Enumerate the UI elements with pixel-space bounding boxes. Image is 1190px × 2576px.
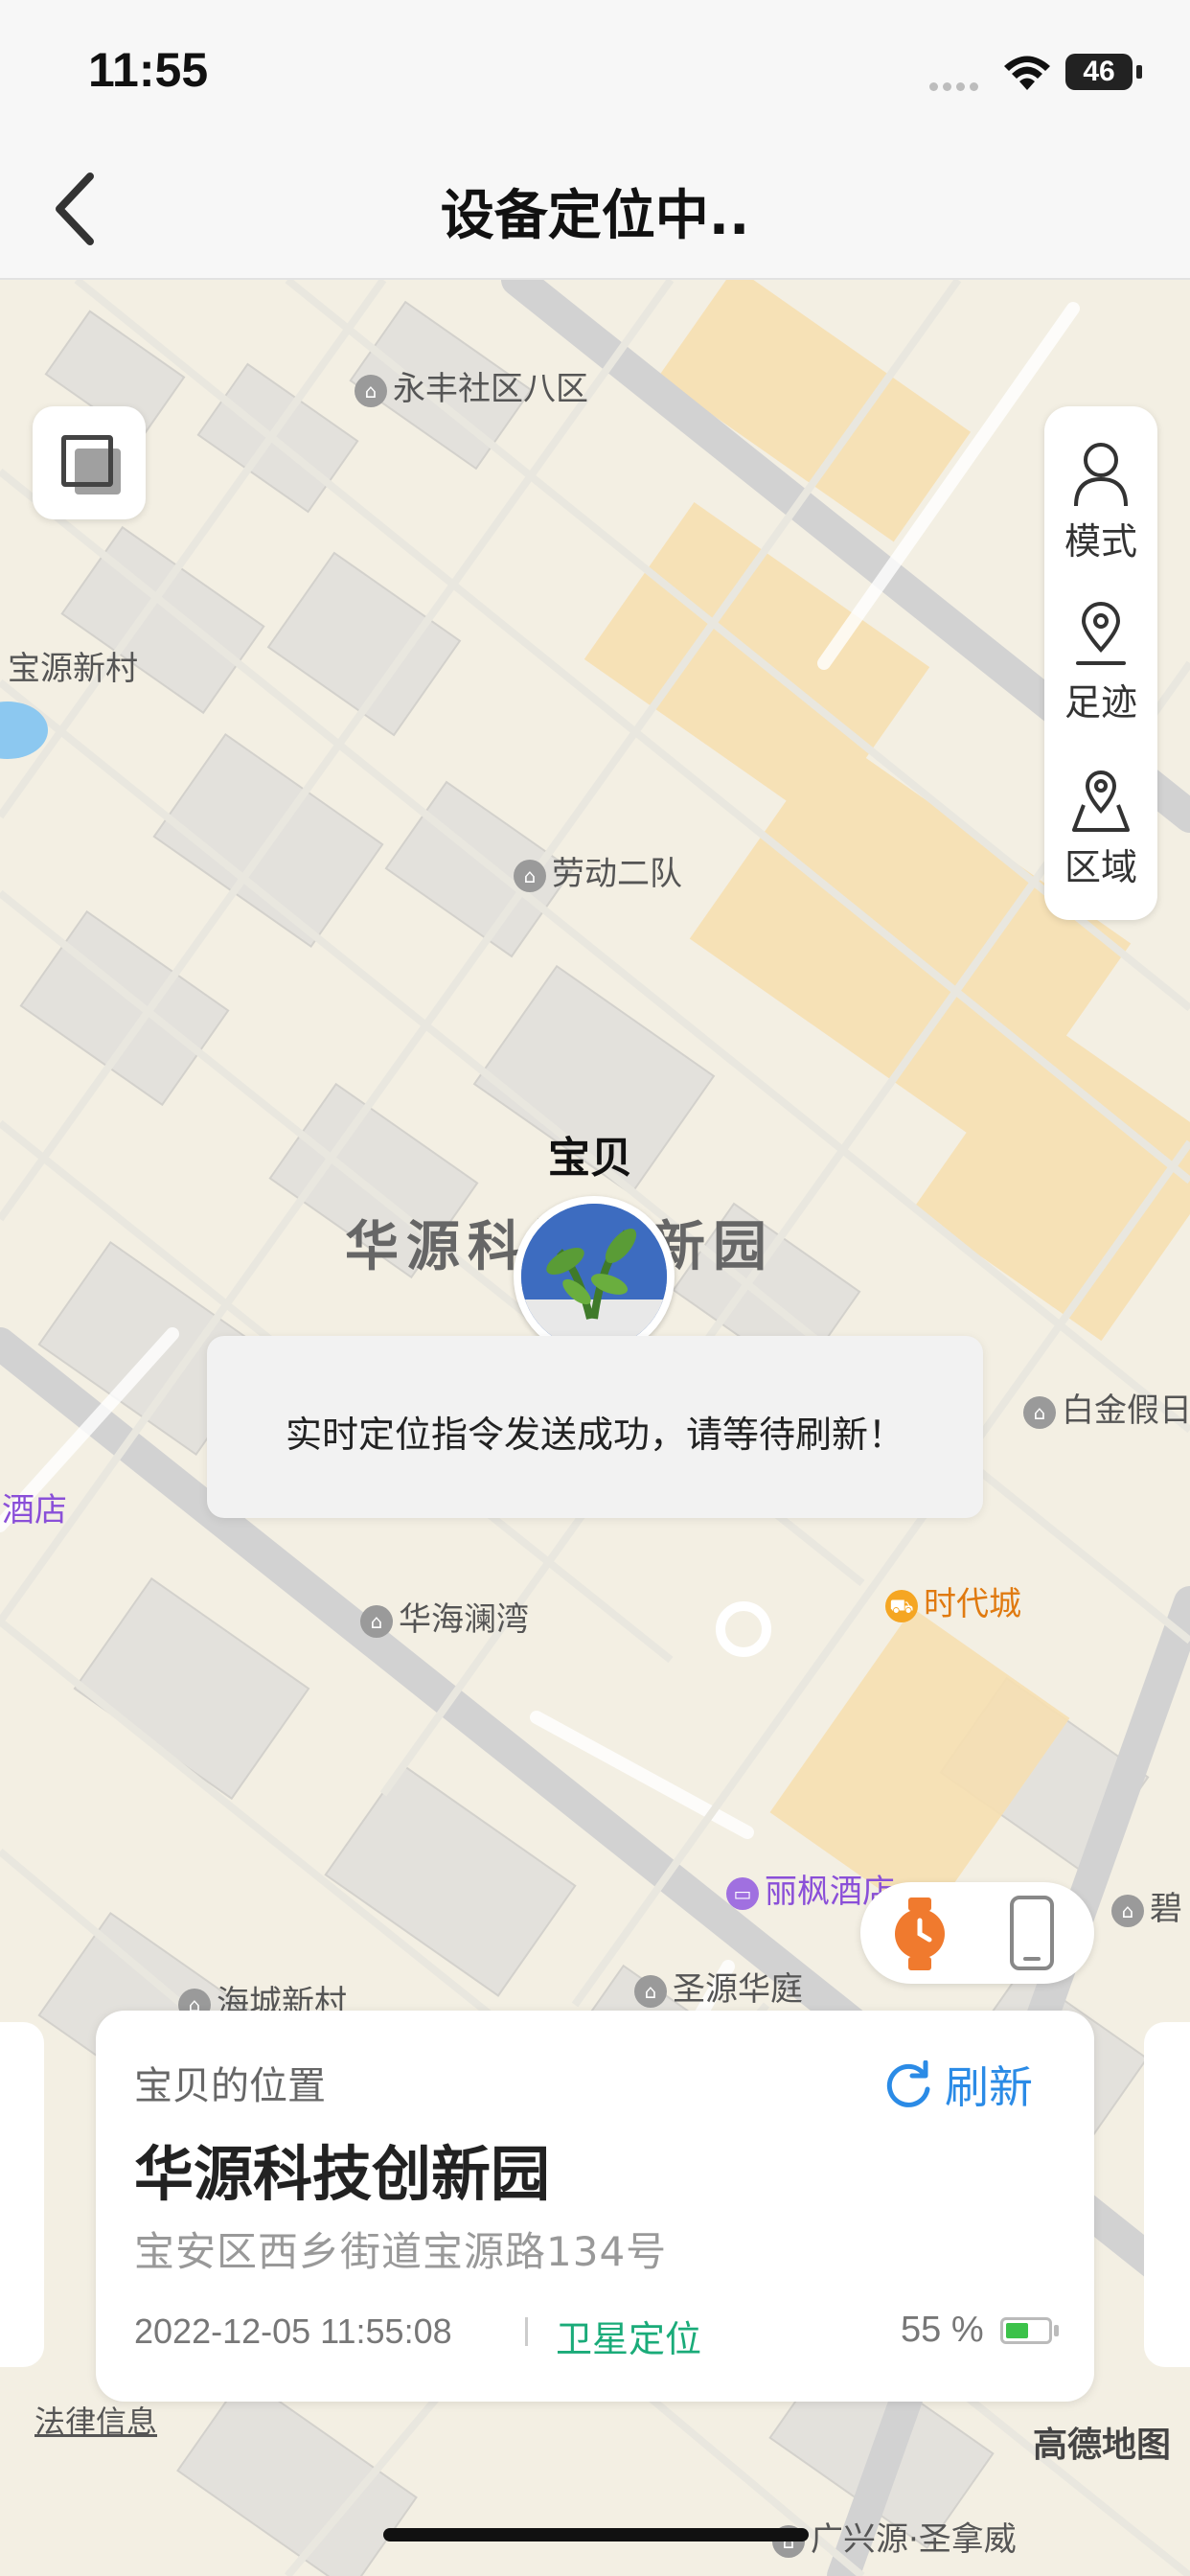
poi-residential[interactable]: ⌂ 碧 [1111, 1882, 1182, 1929]
location-name: 华源科技创新园 [134, 2139, 551, 2209]
side-item-label: 足迹 [1064, 681, 1137, 724]
side-item-label: 模式 [1064, 520, 1137, 563]
poi-shop[interactable]: ⛟ 时代城 [885, 1577, 1021, 1624]
map-layer-button[interactable] [33, 406, 146, 519]
home-indicator[interactable] [383, 2528, 809, 2542]
status-time: 11:55 [88, 43, 209, 97]
house-icon: ⌂ [634, 1974, 667, 2008]
marker-label: 宝贝 [548, 1134, 632, 1183]
refresh-icon [886, 2059, 930, 2107]
amap-logo: 高德地图 [1033, 2426, 1172, 2465]
battery-level-tip [1054, 2325, 1059, 2336]
battery-tip [1136, 65, 1142, 79]
card-label: 宝贝的位置 [134, 2064, 326, 2108]
toast-message: 实时定位指令发送成功，请等待刷新！ [207, 1336, 983, 1518]
shopping-cart-icon: ⛟ [885, 1589, 918, 1622]
zone-icon [1072, 770, 1130, 832]
side-item-track[interactable]: 足迹 [1044, 602, 1157, 725]
legal-info-link[interactable]: 法律信息 [34, 2398, 157, 2442]
location-pin-icon [1076, 602, 1126, 665]
house-icon: ⌂ [1111, 1894, 1144, 1927]
person-icon [1074, 443, 1128, 507]
device-battery-text: 55 % [901, 2310, 984, 2350]
location-time: 2022-12-05 11:55:08 [134, 2312, 452, 2351]
location-card: 宝贝的位置 刷新 华源科技创新园 宝安区西乡街道宝源路134号 2022-12-… [96, 2011, 1094, 2402]
poi-label[interactable]: 宝源新村 [8, 642, 138, 689]
signal-icon [929, 77, 983, 95]
watch-icon[interactable] [889, 1898, 950, 1970]
toast-text: 实时定位指令发送成功，请等待刷新！ [285, 1414, 904, 1456]
poi-hotel[interactable]: 酒店 [2, 1484, 67, 1530]
battery-level-icon [1000, 2317, 1052, 2344]
poi-residential[interactable]: ⌂ 圣源华庭 [634, 1963, 803, 2010]
phone-icon[interactable] [1008, 1896, 1056, 1970]
refresh-label: 刷新 [945, 2061, 1033, 2113]
house-icon: ⌂ [355, 374, 387, 407]
layers-icon [61, 435, 113, 487]
device-switch[interactable] [860, 1882, 1094, 1984]
prev-card[interactable] [0, 2022, 44, 2367]
poi-residential[interactable]: ⌂ 华海澜湾 [360, 1593, 529, 1640]
side-menu: 模式 足迹 区域 [1044, 406, 1157, 920]
location-address: 宝安区西乡街道宝源路134号 [134, 2228, 668, 2275]
battery-icon: 46 [1065, 54, 1133, 90]
poi-residential[interactable]: ⌂ 永丰社区八区 [355, 362, 588, 409]
poi-residential[interactable]: ⌂ 劳动二队 [514, 847, 682, 894]
battery-fill [1006, 2323, 1028, 2338]
divider [525, 2317, 528, 2346]
house-icon: ⌂ [360, 1604, 393, 1638]
locate-type: 卫星定位 [556, 2318, 702, 2360]
house-icon: ⌂ [1023, 1395, 1056, 1429]
side-item-mode[interactable]: 模式 [1044, 441, 1157, 564]
next-card[interactable] [1144, 2022, 1190, 2367]
side-item-label: 区域 [1064, 846, 1137, 888]
device-avatar[interactable] [514, 1196, 675, 1357]
plant-photo [521, 1204, 667, 1349]
page-title: 设备定位中.. [440, 185, 750, 247]
bed-icon: ▭ [726, 1876, 759, 1910]
house-icon: ⌂ [514, 859, 546, 892]
wifi-icon [1004, 56, 1050, 90]
poi-residential[interactable]: ⌂广兴源·圣拿威 [772, 2513, 1017, 2560]
refresh-button[interactable]: 刷新 [881, 2053, 1033, 2116]
poi-residential[interactable]: ⌂ 白金假日 [1023, 1384, 1190, 1431]
status-bar: 11:55 46 [0, 0, 1190, 144]
side-item-zone[interactable]: 区域 [1044, 767, 1157, 890]
